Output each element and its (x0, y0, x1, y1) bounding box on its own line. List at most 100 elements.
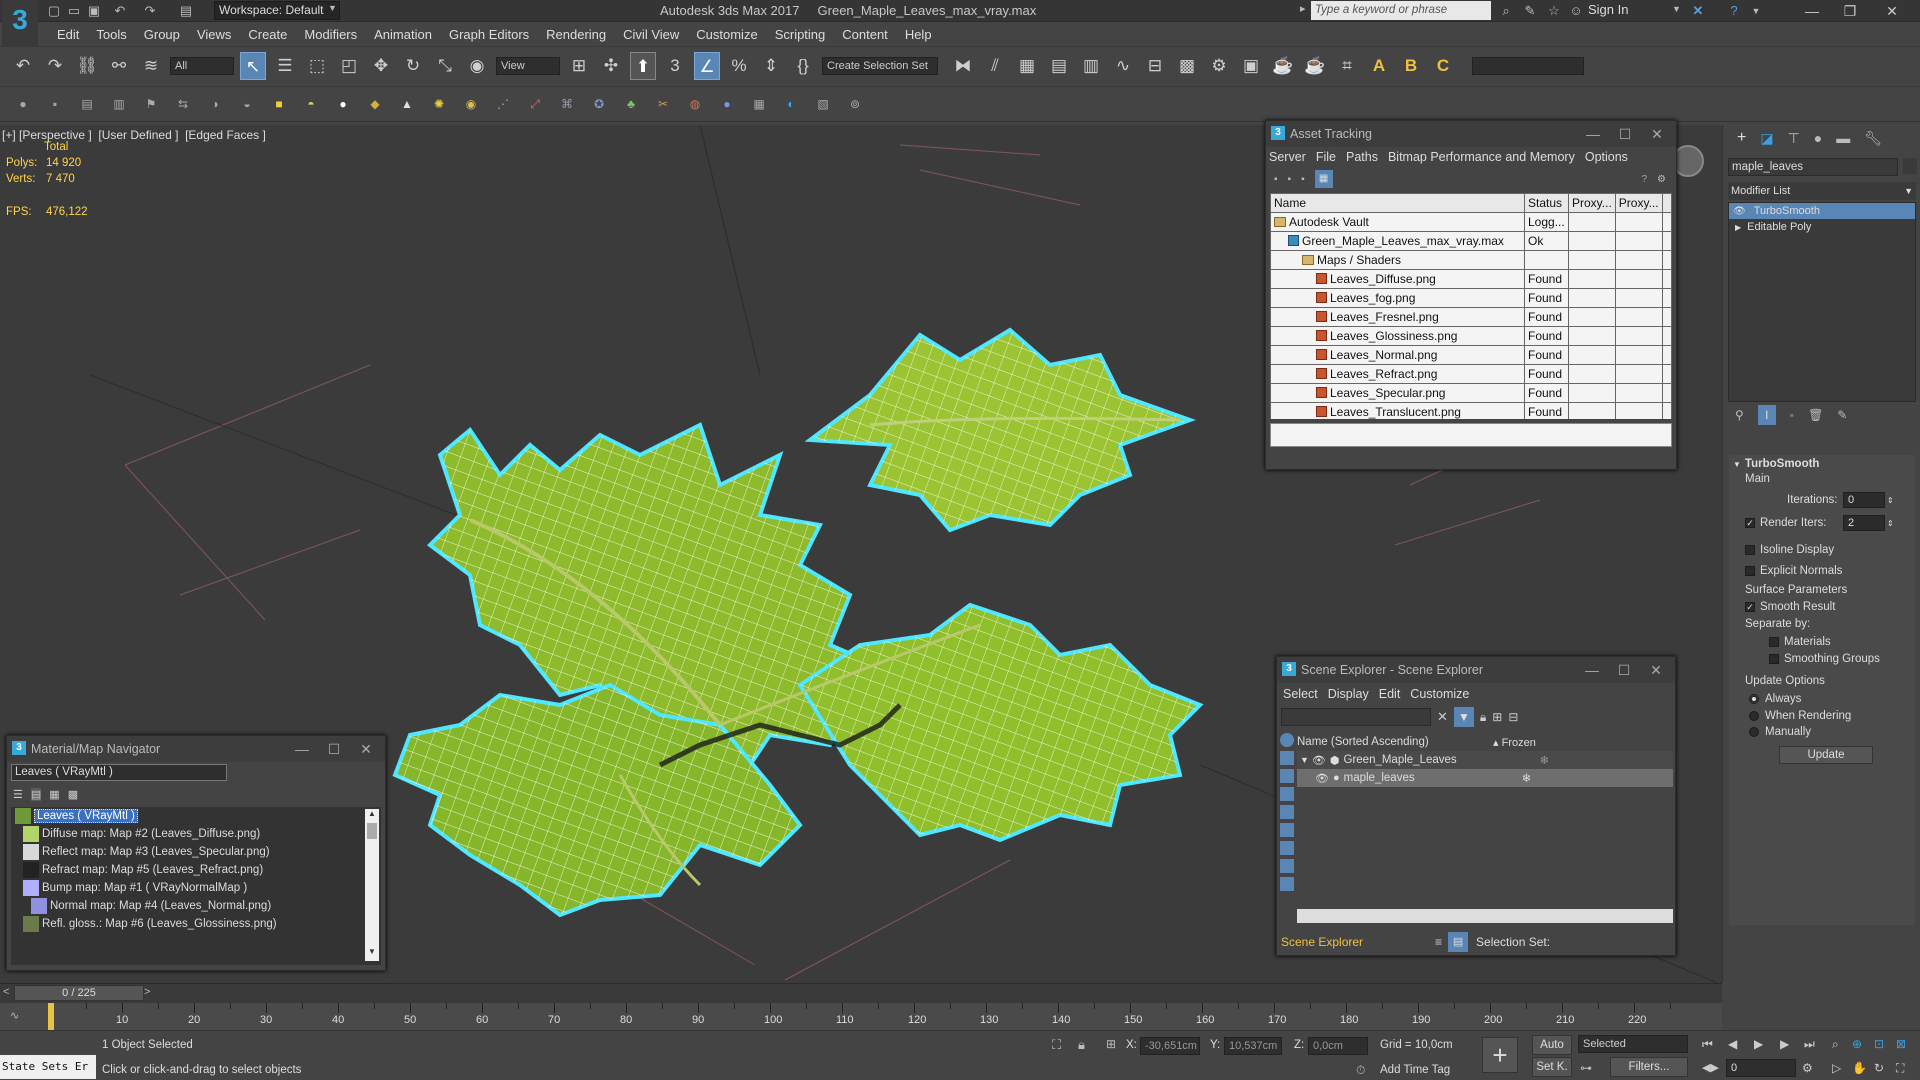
isolate-selection-icon[interactable]: ⛶ (1052, 1037, 1061, 1053)
object-name-input[interactable]: maple_leaves (1728, 158, 1898, 176)
menu-customize[interactable]: Customize (696, 27, 757, 42)
vray-b-icon[interactable]: B (1398, 52, 1424, 80)
pin-stack-icon[interactable]: ⚲ (1735, 408, 1744, 422)
explorer-name-dropdown[interactable]: Scene Explorer (1279, 935, 1429, 949)
horizontal-scrollbar[interactable] (1297, 909, 1673, 923)
menu-paths[interactable]: Paths (1346, 150, 1378, 164)
current-material-field[interactable]: Leaves ( VRayMtl ) (11, 764, 227, 781)
menu-animation[interactable]: Animation (374, 27, 432, 42)
view-small-icons-icon[interactable]: ▦ (49, 788, 59, 801)
settings-icon[interactable]: ⚙ (1657, 174, 1666, 185)
asset-row[interactable]: Leaves_Glossiness.png Found (1270, 326, 1672, 346)
space-warp-filter-icon[interactable] (1280, 823, 1294, 837)
asset-row[interactable]: Leaves_Translucent.png Found (1270, 402, 1672, 419)
curve-editor-icon[interactable]: ∿ (1110, 52, 1136, 80)
isoline-checkbox[interactable] (1745, 545, 1755, 555)
favorites-star-icon[interactable]: ☆ (1544, 2, 1564, 20)
restore-icon[interactable]: ❐ (1834, 0, 1866, 22)
select-manipulate-icon[interactable]: ✣ (598, 52, 624, 80)
clear-search-icon[interactable]: ✕ (1437, 709, 1448, 725)
next-frame-icon[interactable]: ▶ (1780, 1037, 1789, 1051)
menu-select[interactable]: Select (1283, 687, 1318, 701)
scene-row-object[interactable]: 👁︎ ● maple_leaves ❄ (1297, 769, 1673, 787)
spinner-arrows-icon[interactable]: ⇕ (1887, 496, 1894, 505)
window-crossing-icon[interactable]: ◰ (336, 52, 362, 80)
place-icon[interactable]: ◉ (464, 52, 490, 80)
keyboard-shortcut-override-icon[interactable]: ⬆ (630, 51, 656, 80)
menu-views[interactable]: Views (197, 27, 231, 42)
current-frame-field[interactable]: 0 (1726, 1059, 1796, 1077)
bone-filter-icon[interactable] (1280, 877, 1294, 891)
material-tree-item[interactable]: Normal map: Map #4 (Leaves_Normal.png) (11, 897, 381, 915)
asset-row[interactable]: Green_Maple_Leaves_max_vray.max Ok (1270, 231, 1672, 251)
selection-set-icon[interactable]: ▤ (1448, 932, 1469, 952)
key-filters-button[interactable]: Filters... (1610, 1057, 1688, 1077)
search-input[interactable]: Type a keyword or phrase (1311, 1, 1491, 20)
view-list-icons-icon[interactable]: ▤ (30, 787, 42, 801)
material-tree-item[interactable]: Leaves ( VRayMtl ) (11, 807, 381, 825)
material-tree-item[interactable]: Refl. gloss.: Map #6 (Leaves_Glossiness.… (11, 915, 381, 933)
scene-explorer-titlebar[interactable]: 3 Scene Explorer - Scene Explorer — ☐ ✕ (1277, 657, 1675, 683)
toolbar-tool-icon[interactable]: ▪ (44, 93, 66, 115)
menu-group[interactable]: Group (144, 27, 180, 42)
explicit-normals-checkbox[interactable] (1745, 566, 1755, 576)
vray-ies-icon[interactable]: ▲ (396, 93, 418, 115)
lock-icon[interactable]: 🔒︎ (1480, 710, 1486, 725)
toolbar-tool-icon[interactable]: ▧ (812, 93, 834, 115)
group-filter-icon[interactable] (1280, 841, 1294, 855)
curve-editor-mini-icon[interactable]: ∿ (10, 1009, 19, 1022)
go-to-end-icon[interactable]: ⏭ (1804, 1037, 1815, 1052)
go-to-start-icon[interactable]: ⏮ (1702, 1037, 1713, 1052)
menu-scripting[interactable]: Scripting (775, 27, 826, 42)
prev-frame-icon[interactable]: < (3, 986, 9, 998)
update-button[interactable]: Update (1779, 746, 1873, 764)
chevron-down-icon[interactable]: ▼ (1672, 4, 1681, 14)
toolbar-tool-icon[interactable]: ● (12, 93, 34, 115)
toolbar-tool-icon[interactable]: ◒ (236, 93, 258, 115)
toolbar-extra-dropdown[interactable] (1472, 56, 1584, 75)
tab-hierarchy[interactable]: ⊤ (1788, 130, 1800, 147)
maximize-icon[interactable]: ☐ (319, 736, 349, 762)
asset-row[interactable]: Leaves_Normal.png Found (1270, 345, 1672, 365)
toolbar-tool-icon[interactable]: ⚑ (140, 93, 162, 115)
menu-options[interactable]: Options (1585, 150, 1628, 164)
zoom-extents-icon[interactable]: ⊡ (1874, 1037, 1884, 1051)
set-key-button[interactable]: Set K. (1532, 1057, 1572, 1077)
render-setup-icon[interactable]: ⚙ (1206, 52, 1232, 80)
close-icon[interactable]: ✕ (1876, 0, 1908, 22)
col-name[interactable]: Name (1270, 193, 1525, 213)
shape-filter-icon[interactable] (1280, 751, 1294, 765)
y-coordinate-field[interactable]: 10,537cm (1224, 1037, 1282, 1055)
rendered-frame-window-icon[interactable]: ▣ (1238, 52, 1264, 80)
close-icon[interactable]: ✕ (1642, 121, 1672, 147)
set-key-icon[interactable]: + (1482, 1037, 1518, 1073)
modifier-list-dropdown[interactable]: Modifier List ▼ (1728, 182, 1916, 200)
menu-display[interactable]: Display (1328, 687, 1369, 701)
toolbar-tool-icon[interactable]: ▥ (108, 93, 130, 115)
vray-ambient-icon[interactable]: ◉ (460, 93, 482, 115)
open-file-icon[interactable]: ▭ (64, 2, 84, 20)
menu-file[interactable]: File (1316, 150, 1336, 164)
material-tree-item[interactable]: Refract map: Map #5 (Leaves_Refract.png) (11, 861, 381, 879)
add-time-tag[interactable]: Add Time Tag (1380, 1064, 1450, 1076)
communication-center-icon[interactable]: ✎ (1520, 2, 1540, 20)
freeze-icon[interactable]: ❄ (1540, 753, 1550, 767)
tab-motion[interactable]: ● (1814, 130, 1822, 146)
previous-frame-icon[interactable]: ◀ (1728, 1037, 1737, 1051)
user-icon[interactable]: ☺ (1566, 2, 1586, 20)
xref-filter-icon[interactable] (1280, 859, 1294, 873)
vray-proxy-icon[interactable]: ⤢ (524, 93, 546, 115)
helper-filter-icon[interactable] (1280, 805, 1294, 819)
selection-lock-icon[interactable]: 🔒︎ (1078, 1037, 1085, 1053)
toolbar-tool-icon[interactable]: ▦ (748, 93, 770, 115)
next-frame-icon[interactable]: > (144, 986, 150, 998)
toolbar-tool-icon[interactable]: ▤ (76, 93, 98, 115)
angle-snap-icon[interactable]: ∠ (694, 51, 720, 80)
app-logo[interactable]: 3 (2, 0, 38, 48)
spinner-arrows-icon[interactable]: ⇕ (1887, 519, 1894, 528)
named-selection-dropdown[interactable]: Create Selection Set (822, 56, 938, 75)
binoculars-icon[interactable]: ⌕ (1496, 2, 1516, 20)
layers-icon[interactable]: ≡ (1435, 935, 1442, 949)
show-end-result-icon[interactable]: I (1757, 405, 1776, 425)
layers-icon[interactable]: ⊟ (1508, 710, 1518, 724)
